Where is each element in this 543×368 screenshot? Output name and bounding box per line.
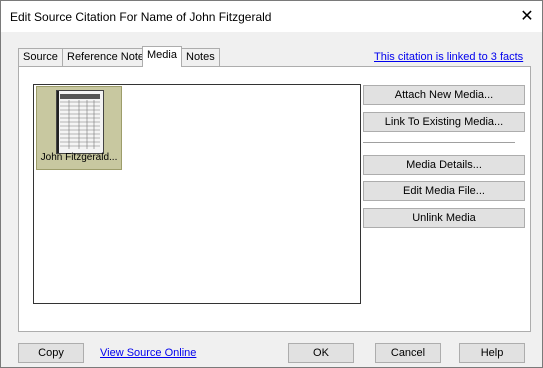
tab-reference-note[interactable]: Reference Note [62,48,150,66]
document-thumbnail [56,90,104,154]
dialog-window: Edit Source Citation For Name of John Fi… [0,0,543,368]
help-button[interactable]: Help [459,343,525,363]
copy-button[interactable]: Copy [18,343,84,363]
title-bar: Edit Source Citation For Name of John Fi… [1,1,542,32]
cancel-button[interactable]: Cancel [375,343,441,363]
media-item[interactable]: John Fitzgerald... [36,86,122,170]
tab-media[interactable]: Media [142,46,182,67]
tab-notes[interactable]: Notes [181,48,220,66]
unlink-media-button[interactable]: Unlink Media [363,208,525,228]
linked-facts-link[interactable]: This citation is linked to 3 facts [374,51,523,63]
media-tab-panel: John Fitzgerald... Attach New Media... L… [18,66,531,332]
media-list[interactable]: John Fitzgerald... [33,84,361,304]
media-details-button[interactable]: Media Details... [363,155,525,175]
dialog-title: Edit Source Citation For Name of John Fi… [10,10,272,24]
census-record-icon [57,91,103,153]
close-icon[interactable]: ✕ [512,1,542,32]
button-separator [363,142,515,143]
media-item-caption: John Fitzgerald... [40,152,118,163]
ok-button[interactable]: OK [288,343,354,363]
view-source-online-link[interactable]: View Source Online [100,347,196,359]
edit-media-file-button[interactable]: Edit Media File... [363,181,525,201]
attach-new-media-button[interactable]: Attach New Media... [363,85,525,105]
tab-source[interactable]: Source [18,48,63,66]
link-existing-media-button[interactable]: Link To Existing Media... [363,112,525,132]
